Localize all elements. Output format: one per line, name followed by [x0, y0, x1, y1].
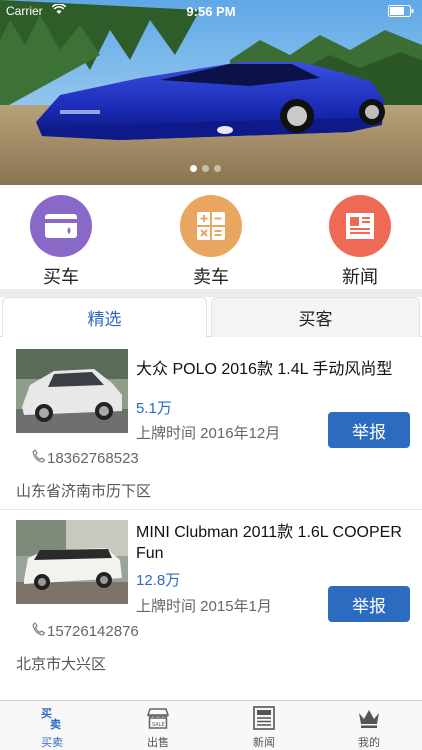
category-sell-car[interactable]: 卖车 [161, 195, 261, 289]
section-divider [0, 289, 422, 297]
carousel-dot[interactable] [214, 165, 221, 172]
battery-icon [388, 5, 414, 17]
tab-featured[interactable]: 精选 [2, 297, 207, 337]
status-bar: Carrier 9:56 PM [0, 0, 422, 22]
segment-tabs: 精选 买客 [0, 297, 422, 337]
status-time: 9:56 PM [186, 4, 236, 19]
tabbar-label: 新闻 [253, 737, 275, 749]
carousel-indicator [190, 165, 221, 172]
listing-address: 北京市大兴区 [16, 656, 107, 673]
listing-title: 大众 POLO 2016款 1.4L 手动风尚型 [136, 361, 393, 378]
crown-icon [339, 705, 399, 731]
category-label: 买车 [43, 267, 79, 287]
tabbar-item-news[interactable]: 新闻 [234, 705, 294, 750]
svg-text:SALE: SALE [152, 722, 165, 728]
tabbar-item-mine[interactable]: 我的 [339, 705, 399, 750]
car-photo [16, 349, 128, 433]
carousel-dot[interactable] [190, 165, 197, 172]
listing-phone[interactable]: 15726142876 [32, 622, 139, 640]
tabbar-label: 我的 [358, 737, 380, 749]
listing-address: 山东省济南市历下区 [16, 483, 152, 500]
report-button[interactable]: 举报 [328, 586, 410, 622]
bottom-tab-bar: 买卖 买卖 SALE 出售 新闻 我的 [0, 700, 422, 750]
phone-icon [32, 622, 46, 640]
tabbar-label: 买卖 [41, 737, 63, 749]
tabbar-label: 出售 [147, 737, 169, 749]
listing-phone[interactable]: 18362768523 [32, 449, 139, 467]
banner-carousel[interactable]: Carrier 9:56 PM [0, 0, 422, 185]
category-news[interactable]: 新闻 [310, 195, 410, 289]
tabbar-item-sell[interactable]: SALE 出售 [128, 705, 188, 750]
listing-reg-date: 上牌时间 2015年1月 [136, 598, 272, 615]
svg-text:卖: 卖 [50, 717, 61, 730]
buy-sell-icon: 买卖 [22, 705, 82, 731]
newspaper-icon [329, 195, 391, 257]
phone-number: 15726142876 [47, 622, 139, 640]
category-label: 新闻 [342, 267, 378, 287]
shop-icon: SALE [128, 705, 188, 731]
category-buy-car[interactable]: 买车 [11, 195, 111, 289]
listing-reg-date: 上牌时间 2016年12月 [136, 425, 281, 442]
listing-price: 12.8万 [136, 572, 181, 589]
carousel-dot[interactable] [202, 165, 209, 172]
report-button[interactable]: 举报 [328, 412, 410, 448]
list-item[interactable]: MINI Clubman 2011款 1.6L COOPER Fun 12.8万… [0, 510, 422, 688]
news-icon [234, 705, 294, 731]
category-label: 卖车 [193, 267, 229, 287]
car-photo [16, 520, 128, 604]
phone-number: 18362768523 [47, 449, 139, 467]
category-grid: 买车 卖车 新闻 [0, 185, 422, 289]
phone-icon [32, 449, 46, 467]
listing-price: 5.1万 [136, 400, 172, 417]
listing-title: MINI Clubman 2011款 1.6L COOPER Fun [136, 524, 402, 562]
list-item[interactable]: 大众 POLO 2016款 1.4L 手动风尚型 5.1万 上牌时间 2016年… [0, 337, 422, 509]
app-screen: Carrier 9:56 PM 买车 卖车 新闻 精选 买客 大众 POLO 2… [0, 0, 422, 750]
tab-buyers[interactable]: 买客 [211, 297, 420, 337]
credit-card-icon [30, 195, 92, 257]
tabbar-item-buy-sell[interactable]: 买卖 买卖 [22, 705, 82, 750]
calculator-icon [180, 195, 242, 257]
banner-image [0, 0, 422, 185]
